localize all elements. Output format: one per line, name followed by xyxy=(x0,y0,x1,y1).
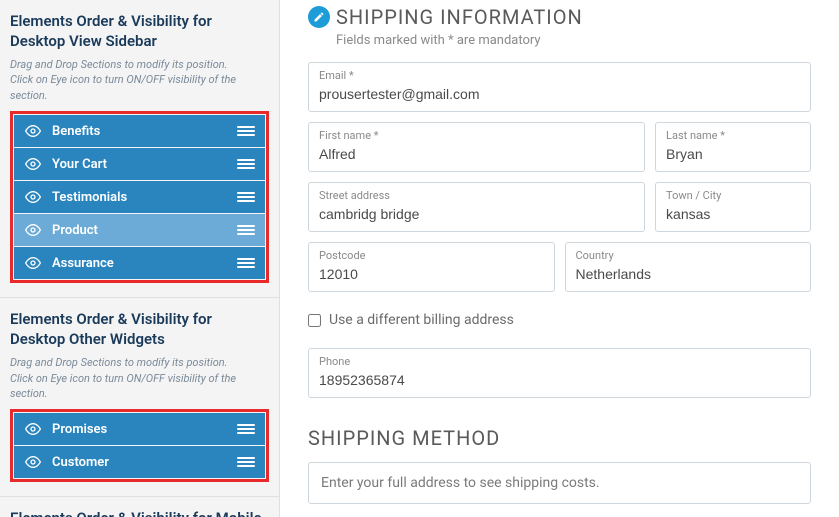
panel-help-text: Drag and Drop Sections to modify its pos… xyxy=(10,57,269,103)
street-input[interactable] xyxy=(319,206,634,222)
field-label: Country xyxy=(576,249,801,262)
drag-item-label: Testimonials xyxy=(52,190,237,205)
shipping-method-box: Enter your full address to see shipping … xyxy=(308,462,811,504)
email-field[interactable]: Email * xyxy=(308,62,811,112)
panel-title: Elements Order & Visibility for Desktop … xyxy=(10,12,269,51)
drag-item-benefits[interactable]: Benefits xyxy=(14,115,265,147)
grip-icon[interactable] xyxy=(237,221,255,239)
eye-icon[interactable] xyxy=(24,188,42,206)
country-input[interactable] xyxy=(576,266,801,282)
sidebar-section-elements-order-mobile: Elements Order & Visibility for Mobile V… xyxy=(0,497,279,517)
drag-item-label: Customer xyxy=(52,455,237,470)
postcode-input[interactable] xyxy=(319,266,544,282)
eye-icon[interactable] xyxy=(24,453,42,471)
field-label: Postcode xyxy=(319,249,544,262)
country-field[interactable]: Country xyxy=(565,242,812,292)
drag-item-product[interactable]: Product xyxy=(14,214,265,246)
drag-item-customer[interactable]: Customer xyxy=(14,446,265,478)
eye-icon[interactable] xyxy=(24,254,42,272)
billing-checkbox[interactable] xyxy=(308,314,321,327)
drag-item-testimonials[interactable]: Testimonials xyxy=(14,181,265,213)
field-label: Last name * xyxy=(666,129,800,142)
eye-icon[interactable] xyxy=(24,122,42,140)
drag-item-label: Your Cart xyxy=(52,157,237,172)
drag-item-label: Product xyxy=(52,223,237,238)
shipping-method-title: SHIPPING METHOD xyxy=(308,426,811,450)
shipping-info-title: SHIPPING INFORMATION xyxy=(336,5,583,29)
required-note: Fields marked with * are mandatory xyxy=(336,33,811,48)
field-label: Phone xyxy=(319,355,800,368)
email-input[interactable] xyxy=(319,86,800,102)
field-label: Email * xyxy=(319,69,800,82)
field-label: First name * xyxy=(319,129,634,142)
drag-item-label: Promises xyxy=(52,422,237,437)
grip-icon[interactable] xyxy=(237,188,255,206)
edit-icon[interactable] xyxy=(308,6,330,28)
eye-icon[interactable] xyxy=(24,221,42,239)
panel-title: Elements Order & Visibility for Mobile V… xyxy=(10,509,269,517)
drag-item-promises[interactable]: Promises xyxy=(14,413,265,445)
billing-checkbox-row: Use a different billing address xyxy=(308,312,811,328)
grip-icon[interactable] xyxy=(237,420,255,438)
drag-list-desktop-other: Promises Customer xyxy=(10,409,269,482)
field-label: Town / City xyxy=(666,189,800,202)
grip-icon[interactable] xyxy=(237,155,255,173)
last-name-input[interactable] xyxy=(666,146,800,162)
first-name-input[interactable] xyxy=(319,146,634,162)
drag-item-your-cart[interactable]: Your Cart xyxy=(14,148,265,180)
drag-item-label: Benefits xyxy=(52,124,237,139)
panel-help-text: Drag and Drop Sections to modify its pos… xyxy=(10,355,269,401)
form-panel: SHIPPING INFORMATION Fields marked with … xyxy=(280,0,839,517)
drag-item-label: Assurance xyxy=(52,256,237,271)
grip-icon[interactable] xyxy=(237,453,255,471)
town-input[interactable] xyxy=(666,206,800,222)
sidebar-section-elements-order-desktop-other: Elements Order & Visibility for Desktop … xyxy=(0,298,279,497)
last-name-field[interactable]: Last name * xyxy=(655,122,811,172)
field-label: Street address xyxy=(319,189,634,202)
panel-title: Elements Order & Visibility for Desktop … xyxy=(10,310,269,349)
sidebar-panel: Elements Order & Visibility for Desktop … xyxy=(0,0,280,517)
town-field[interactable]: Town / City xyxy=(655,182,811,232)
drag-list-desktop-sidebar: Benefits Your Cart Testimonials xyxy=(10,111,269,283)
grip-icon[interactable] xyxy=(237,254,255,272)
phone-field[interactable]: Phone xyxy=(308,348,811,398)
postcode-field[interactable]: Postcode xyxy=(308,242,555,292)
grip-icon[interactable] xyxy=(237,122,255,140)
shipping-form: Email * First name * Last name * Street … xyxy=(308,62,811,398)
drag-item-assurance[interactable]: Assurance xyxy=(14,247,265,279)
eye-icon[interactable] xyxy=(24,155,42,173)
first-name-field[interactable]: First name * xyxy=(308,122,645,172)
shipping-info-header: SHIPPING INFORMATION xyxy=(308,5,811,29)
eye-icon[interactable] xyxy=(24,420,42,438)
phone-input[interactable] xyxy=(319,372,800,388)
billing-checkbox-label: Use a different billing address xyxy=(329,312,514,328)
sidebar-section-elements-order-desktop-sidebar: Elements Order & Visibility for Desktop … xyxy=(0,0,279,298)
street-field[interactable]: Street address xyxy=(308,182,645,232)
